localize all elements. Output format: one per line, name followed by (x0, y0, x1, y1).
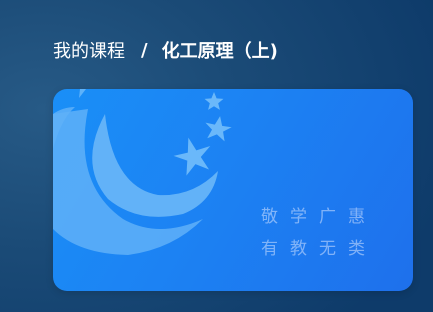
breadcrumb-separator: / (141, 39, 148, 61)
course-cover-card[interactable]: 敬学广惠 有教无类 (53, 89, 413, 291)
star-medium (205, 116, 232, 142)
breadcrumb-current-course: 化工原理（上) (161, 41, 278, 62)
breadcrumb: 我的课程 / 化工原理（上) (53, 36, 278, 64)
motto-line-2: 有教无类 (261, 239, 377, 259)
motto-line-1: 敬学广惠 (261, 207, 377, 227)
emblem-top-tick (79, 89, 86, 98)
course-cover-motto: 敬学广惠 有教无类 (261, 201, 377, 265)
school-emblem-icon (53, 89, 232, 255)
star-small (204, 92, 224, 110)
star-large (173, 137, 211, 176)
breadcrumb-my-courses-link[interactable]: 我的课程 (53, 37, 125, 63)
